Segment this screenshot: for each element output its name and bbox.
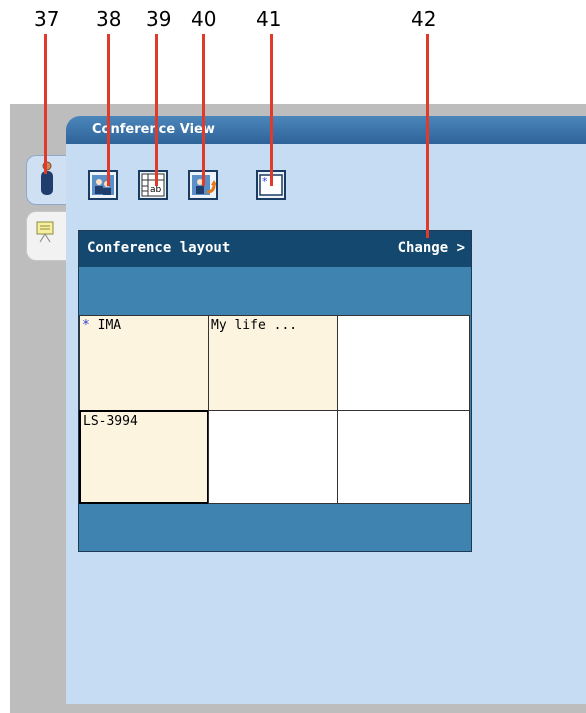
callout-line-38 xyxy=(107,34,110,186)
callout-line-37 xyxy=(44,34,47,174)
callout-line-42 xyxy=(426,34,429,238)
callout-37: 37 xyxy=(34,7,60,31)
layout-grid: * IMA My life ... LS-3994 xyxy=(79,315,470,505)
callout-line-41 xyxy=(270,34,273,186)
star-icon: * xyxy=(82,318,90,333)
layout-title: Conference layout xyxy=(87,240,231,256)
layout-cell-1[interactable]: * IMA xyxy=(79,315,209,411)
callout-40: 40 xyxy=(191,7,217,31)
tab-presentation[interactable] xyxy=(26,211,67,261)
layout-header: Conference layout Change > xyxy=(79,231,471,267)
callout-41: 41 xyxy=(256,7,282,31)
text-grid-button[interactable]: ab xyxy=(138,170,168,200)
participants-button[interactable] xyxy=(88,170,118,200)
participants-icon xyxy=(92,175,114,195)
layout-cell-3[interactable] xyxy=(337,315,470,411)
person-icon xyxy=(41,161,53,195)
conference-view-panel: Conference View ab * Conference layout C… xyxy=(66,116,586,704)
callout-42: 42 xyxy=(411,7,437,31)
callout-line-39 xyxy=(155,34,158,186)
presentation-icon xyxy=(36,221,54,243)
callout-38: 38 xyxy=(96,7,122,31)
cell-label: LS-3994 xyxy=(83,414,138,429)
cell-label: My life ... xyxy=(211,318,298,333)
callout-line-40 xyxy=(202,34,205,186)
cell-label: IMA xyxy=(97,318,122,333)
layout-cell-2[interactable]: My life ... xyxy=(208,315,338,411)
change-layout-link[interactable]: Change > xyxy=(398,240,465,256)
layout-cell-5[interactable] xyxy=(208,410,338,504)
text-grid-icon: ab xyxy=(141,173,165,197)
layout-cell-4[interactable]: LS-3994 xyxy=(79,410,209,504)
conference-layout-box: Conference layout Change > * IMA My life… xyxy=(78,230,472,552)
panel-header: Conference View xyxy=(66,116,586,144)
svg-text:ab: ab xyxy=(150,185,162,195)
panel-title: Conference View xyxy=(92,122,215,137)
layout-cell-6[interactable] xyxy=(337,410,470,504)
svg-text:*: * xyxy=(262,175,268,188)
callout-39: 39 xyxy=(146,7,172,31)
